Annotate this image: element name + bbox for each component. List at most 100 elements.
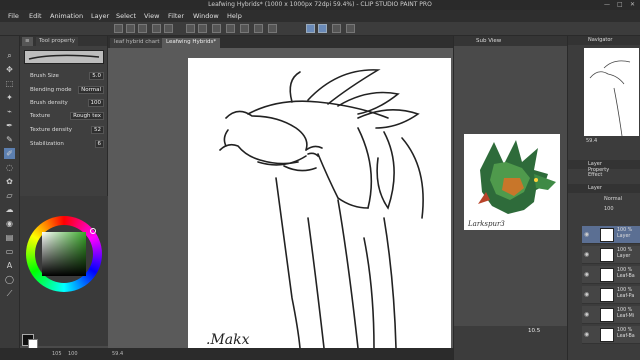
layer-blend-mode[interactable]: Normal (604, 196, 622, 202)
hue-marker[interactable] (90, 228, 96, 234)
tool-property-panel: ≡ Tool property Brush Size 5.0 Blending … (20, 36, 108, 196)
svg-text:.Makx: .Makx (206, 332, 250, 348)
sub-view-panel: Sub View Larkspur3 10.5 (453, 36, 567, 360)
eye-icon[interactable]: ◉ (584, 291, 589, 298)
sub-view-footer: 10.5 (454, 326, 567, 360)
crop-icon[interactable] (254, 24, 263, 33)
canvas-area[interactable]: .Makx (108, 48, 453, 348)
fill-tool-icon[interactable]: ◉ (4, 218, 15, 229)
brush-density-row[interactable]: Brush density 100 (30, 99, 104, 108)
blending-mode-select[interactable]: Normal (78, 86, 104, 94)
tool-property-tabs: ≡ Tool property (20, 36, 107, 46)
doc-tab-leafwing[interactable]: Leafwing Hybrids* (162, 38, 221, 48)
sub-view-zoom[interactable]: 10.5 (528, 328, 540, 334)
auto-select-icon[interactable]: ✦ (4, 92, 15, 103)
layer-panel-title: Layer (568, 184, 640, 193)
eye-icon[interactable]: ◉ (584, 251, 589, 258)
menu-edit[interactable]: Edit (29, 12, 42, 20)
layer-item[interactable]: ◉ 100 % Layer (582, 246, 640, 264)
eye-icon[interactable]: ◉ (584, 231, 589, 238)
eraser-icon[interactable]: ▱ (4, 190, 15, 201)
saturation-value-box[interactable] (42, 232, 86, 276)
menu-filter[interactable]: Filter (168, 12, 184, 20)
move-icon[interactable]: ✥ (4, 64, 15, 75)
dragon-sketch: .Makx (206, 69, 424, 348)
texture-density-value[interactable]: 52 (91, 126, 104, 134)
decoration-icon[interactable]: ✿ (4, 176, 15, 187)
color-wheel-panel (20, 196, 108, 349)
menu-help[interactable]: Help (227, 12, 242, 20)
eye-icon[interactable]: ◉ (584, 311, 589, 318)
grid-icon[interactable] (346, 24, 355, 33)
brush-size-row[interactable]: Brush Size 5.0 (30, 72, 104, 81)
clear-icon[interactable] (186, 24, 195, 33)
reference-signature: Larkspur3 (467, 220, 505, 228)
sub-view-title: Sub View (454, 36, 567, 46)
invert-icon[interactable] (240, 24, 249, 33)
eye-icon[interactable]: ◉ (584, 331, 589, 338)
navigator-zoom[interactable]: 59.4 (586, 138, 597, 144)
brush-density-value[interactable]: 100 (87, 99, 104, 107)
texture-density-row[interactable]: Texture density 52 (30, 126, 104, 135)
menu-window[interactable]: Window (193, 12, 219, 20)
texture-select[interactable]: Rough tex (70, 112, 104, 120)
layer-opacity[interactable]: 100 (604, 206, 614, 212)
tab-tool-property[interactable]: Tool property (36, 37, 78, 46)
blending-mode-row[interactable]: Blending mode Normal (30, 86, 104, 95)
minimize-button[interactable]: — (604, 1, 610, 8)
texture-row[interactable]: Texture Rough tex (30, 112, 104, 121)
layer-item[interactable]: ◉ 100 % Leaf-Pa (582, 286, 640, 304)
correct-line-icon[interactable]: ⟋ (4, 288, 15, 299)
menu-layer[interactable]: Layer (91, 12, 109, 20)
menu-select[interactable]: Select (116, 12, 136, 20)
maximize-button[interactable]: □ (617, 1, 623, 8)
balloon-icon[interactable]: ◯ (4, 274, 15, 285)
stabilization-value[interactable]: 6 (94, 140, 104, 148)
blend-icon[interactable]: ☁ (4, 204, 15, 215)
close-button[interactable]: ✕ (630, 1, 635, 8)
transform-icon[interactable] (212, 24, 221, 33)
tab-sub-tool[interactable]: ≡ (22, 37, 33, 46)
undo-icon[interactable] (152, 24, 161, 33)
navigator-thumbnail[interactable] (584, 48, 639, 137)
ruler-icon[interactable] (332, 24, 341, 33)
menu-view[interactable]: View (144, 12, 159, 20)
gradient-icon[interactable]: ▤ (4, 232, 15, 243)
layer-item[interactable]: ◉ 100 % Leaf-Ba (582, 326, 640, 344)
figure-icon[interactable]: ▭ (4, 246, 15, 257)
status-zoom-left: 105 (52, 351, 62, 357)
brush-mode-icon[interactable] (318, 24, 327, 33)
brush-stroke-preview (24, 50, 104, 64)
pen-icon[interactable]: ✒ (4, 120, 15, 131)
select-icon[interactable]: ⬚ (4, 78, 15, 89)
status-canvas-zoom: 59.4 (112, 351, 124, 357)
title-bar: Leafwing Hybrids* (1000 x 1000px 72dpi 5… (0, 0, 640, 10)
layer-item[interactable]: ◉ 100 % Leaf-Mi (582, 306, 640, 324)
deselect-icon[interactable] (226, 24, 235, 33)
airbrush-icon[interactable]: ◌ (4, 162, 15, 173)
brush-icon[interactable]: ✐ (4, 148, 15, 159)
layer-item[interactable]: ◉ 100 % Layer (582, 226, 640, 244)
status-zoom-right: 100 (68, 351, 78, 357)
reference-image[interactable]: Larkspur3 (464, 134, 560, 230)
menu-file[interactable]: File (8, 12, 19, 20)
pencil-icon[interactable]: ✎ (4, 134, 15, 145)
save-icon[interactable] (138, 24, 147, 33)
drawing-canvas[interactable]: .Makx (188, 58, 451, 348)
doc-tab-chart[interactable]: leaf hybrid chart (110, 38, 164, 48)
pen-mode-icon[interactable] (306, 24, 315, 33)
eyedropper-icon[interactable]: ⌁ (4, 106, 15, 117)
fill-icon[interactable] (198, 24, 207, 33)
eye-icon[interactable]: ◉ (584, 271, 589, 278)
layer-item[interactable]: ◉ 100 % Leaf-Ba (582, 266, 640, 284)
menu-animation[interactable]: Animation (50, 12, 83, 20)
new-icon[interactable] (114, 24, 123, 33)
redo-icon[interactable] (164, 24, 173, 33)
open-icon[interactable] (126, 24, 135, 33)
text-icon[interactable]: A (4, 260, 15, 271)
stabilization-row[interactable]: Stabilization 6 (30, 140, 104, 149)
zoom-icon[interactable]: ⌕ (4, 50, 15, 61)
status-bar: 105 100 59.4 (0, 348, 453, 360)
brush-size-value[interactable]: 5.0 (89, 72, 104, 80)
snap-icon[interactable] (268, 24, 277, 33)
